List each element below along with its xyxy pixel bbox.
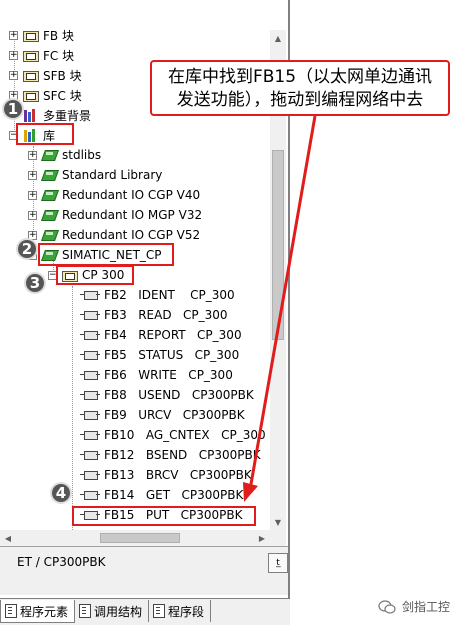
annotation-arrow: [243, 115, 317, 502]
wechat-icon: [378, 599, 396, 614]
watermark-text: 剑指工控: [402, 600, 451, 614]
watermark: 剑指工控: [378, 598, 450, 615]
